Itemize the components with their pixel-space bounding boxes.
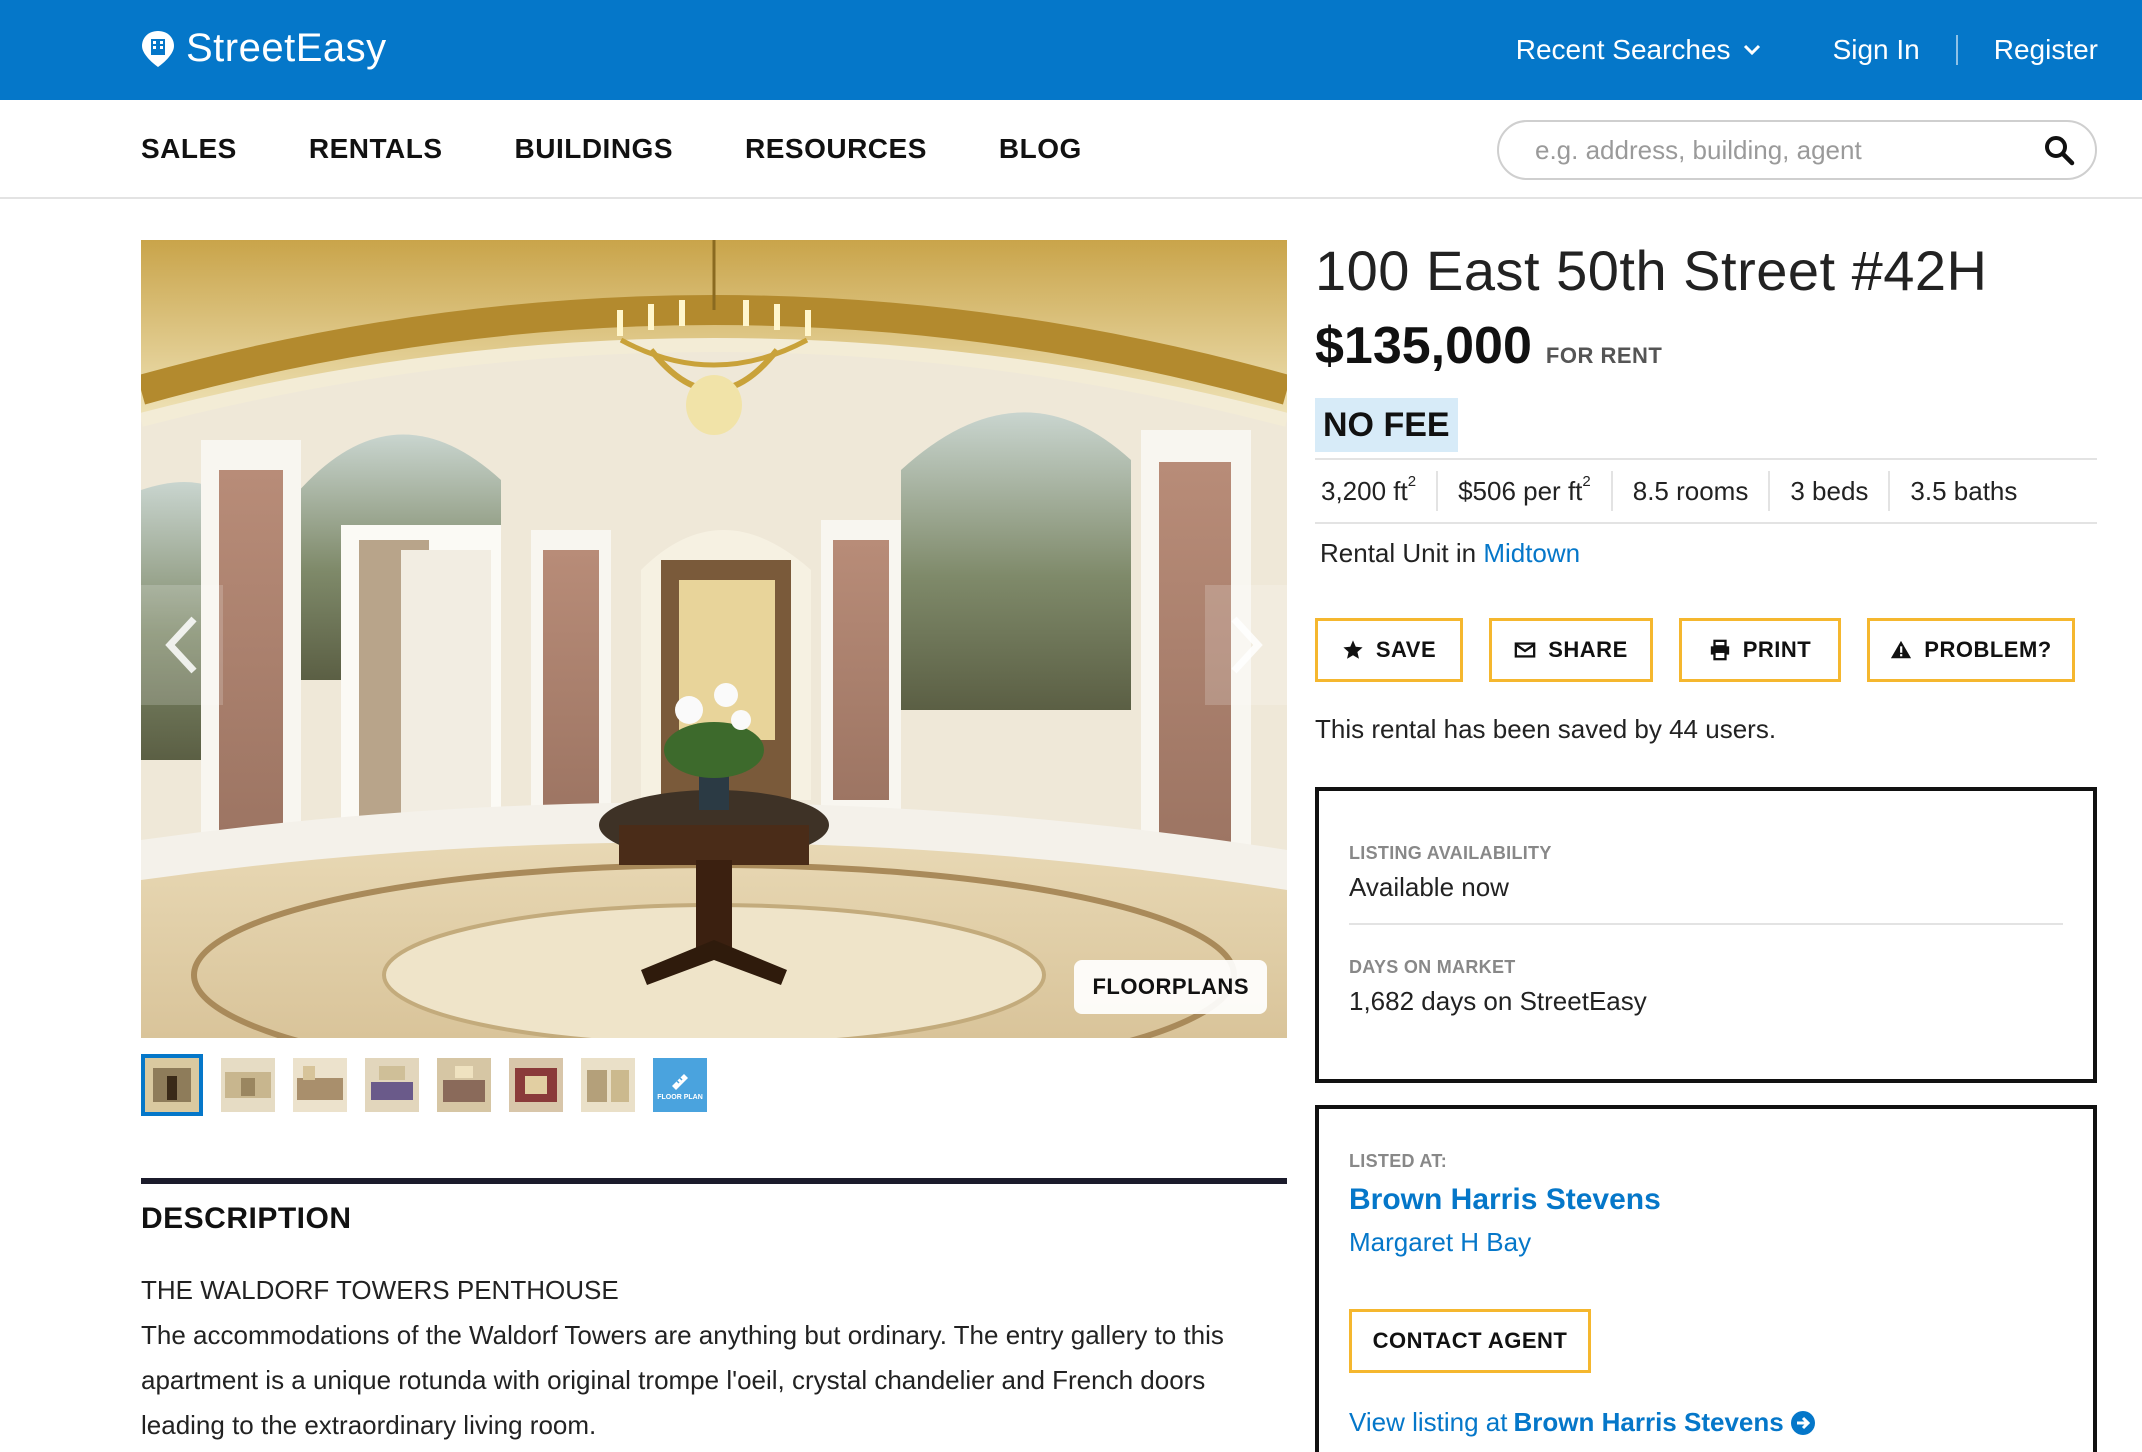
contact-agent-button[interactable]: CONTACT AGENT <box>1349 1309 1591 1373</box>
view-listing-prefix: View listing at <box>1349 1407 1508 1437</box>
thumbnail-image <box>365 1058 419 1112</box>
size-value: 3,200 ft <box>1321 475 1408 506</box>
no-fee-badge: NO FEE <box>1315 398 1458 452</box>
listing-stats: 3,200 ft 2 $506 per ft 2 8.5 rooms 3 beds … <box>1315 458 2097 524</box>
search-icon[interactable] <box>2043 134 2075 166</box>
chevron-left-icon <box>165 616 197 674</box>
thumbnail-image <box>145 1058 199 1112</box>
listing-price: $135,000 <box>1315 317 1532 375</box>
photo-prev-arrow[interactable] <box>141 585 223 705</box>
logo-pin-icon <box>142 30 174 67</box>
printer-icon <box>1710 639 1729 661</box>
availability-box: LISTING AVAILABILITY Available now DAYS … <box>1315 787 2097 1083</box>
days-on-market-value: 1,682 days on StreetEasy <box>1349 986 1647 1016</box>
thumbnail-5[interactable] <box>437 1058 491 1112</box>
save-label: SAVE <box>1375 637 1437 662</box>
view-listing-broker: Brown Harris Stevens <box>1513 1407 1784 1437</box>
thumbnail-image <box>437 1058 491 1112</box>
thumbnail-6[interactable] <box>509 1058 563 1112</box>
nav-blog[interactable]: BLOG <box>999 133 1082 165</box>
recent-searches-dropdown[interactable]: Recent Searches <box>1516 34 1761 66</box>
sign-in-link[interactable]: Sign In <box>1833 34 1920 66</box>
thumbnail-2[interactable] <box>221 1058 275 1112</box>
thumbnail-7[interactable] <box>581 1058 635 1112</box>
listing-agent-box: LISTED AT: Brown Harris Stevens Margaret… <box>1315 1105 2097 1452</box>
report-problem-button[interactable]: PROBLEM? <box>1867 618 2075 682</box>
availability-section: LISTING AVAILABILITY Available now <box>1349 843 1552 903</box>
problem-label: PROBLEM? <box>1924 637 2052 662</box>
unit-type-prefix: Rental Unit in <box>1320 538 1477 568</box>
star-icon <box>1343 640 1363 659</box>
stat-rooms: 8.5 rooms <box>1610 471 1769 511</box>
thumbnail-image <box>509 1058 563 1112</box>
availability-divider <box>1349 923 2063 925</box>
availability-label: LISTING AVAILABILITY <box>1349 843 1552 863</box>
thumbnail-floorplan[interactable]: FLOOR PLAN <box>653 1058 707 1112</box>
chevron-down-icon <box>1743 44 1760 56</box>
search-input[interactable] <box>1535 134 2043 166</box>
envelope-icon <box>1514 642 1536 658</box>
ppsf-unit-sup: 2 <box>1582 472 1591 490</box>
description-body: THE WALDORF TOWERS PENTHOUSE The accommo… <box>141 1268 1261 1448</box>
price-row: $135,000 FOR RENT <box>1315 316 1662 376</box>
listing-address: 100 East 50th Street #42H <box>1315 239 1988 302</box>
thumbnail-4[interactable] <box>365 1058 419 1112</box>
floorplans-button[interactable]: FLOORPLANS <box>1074 960 1267 1014</box>
register-link[interactable]: Register <box>1994 34 2098 66</box>
account-links: Recent Searches Sign In Register <box>1516 0 2098 100</box>
thumbnail-image <box>221 1058 275 1112</box>
description-title-line: THE WALDORF TOWERS PENTHOUSE <box>141 1275 619 1305</box>
unit-type-line: Rental Unit in Midtown <box>1320 538 1580 569</box>
availability-value: Available now <box>1349 872 1509 902</box>
listing-status: FOR RENT <box>1545 343 1663 368</box>
recent-searches-label: Recent Searches <box>1515 34 1731 65</box>
ruler-icon <box>672 1073 688 1090</box>
floorplan-thumb-label: FLOOR PLAN <box>657 1093 703 1101</box>
print-button[interactable]: PRINT <box>1679 618 1841 682</box>
nav-buildings[interactable]: BUILDINGS <box>515 133 674 165</box>
search-box <box>1497 120 2097 180</box>
ppsf-value: $506 per ft <box>1458 475 1583 506</box>
nav-resources[interactable]: RESOURCES <box>745 133 927 165</box>
description-paragraph: The accommodations of the Waldorf Towers… <box>141 1320 1224 1440</box>
header-divider <box>1955 35 1958 65</box>
streeteasy-logo[interactable]: StreetEasy <box>140 26 387 71</box>
rotunda-photo-image <box>141 240 1287 1038</box>
view-listing-link[interactable]: View listing at Brown Harris Stevens <box>1349 1407 1816 1438</box>
print-label: PRINT <box>1742 637 1812 662</box>
days-on-market-label: DAYS ON MARKET <box>1349 957 1516 977</box>
nav-rentals[interactable]: RENTALS <box>309 133 443 165</box>
stat-baths: 3.5 baths <box>1888 471 2037 511</box>
stat-size: 3,200 ft 2 <box>1315 471 1436 511</box>
days-on-market-section: DAYS ON MARKET 1,682 days on StreetEasy <box>1349 957 1647 1017</box>
thumbnail-image <box>581 1058 635 1112</box>
listed-at-label: LISTED AT: <box>1349 1151 1447 1171</box>
listing-actions: SAVE SHARE PRINT PROBLEM? <box>1315 618 2075 682</box>
top-header-bar: StreetEasy Recent Searches Sign In Regis… <box>0 0 2142 100</box>
share-label: SHARE <box>1548 637 1628 662</box>
save-button[interactable]: SAVE <box>1315 618 1463 682</box>
broker-link[interactable]: Brown Harris Stevens <box>1349 1183 1661 1217</box>
description-divider <box>141 1178 1287 1184</box>
photo-next-arrow[interactable] <box>1205 585 1287 705</box>
chevron-right-icon <box>1231 616 1263 674</box>
stat-beds: 3 beds <box>1768 471 1888 511</box>
thumbnail-1[interactable] <box>141 1054 203 1116</box>
thumbnail-image <box>293 1058 347 1112</box>
thumbnail-3[interactable] <box>293 1058 347 1112</box>
neighborhood-link[interactable]: Midtown <box>1483 538 1580 568</box>
stat-price-per-ft: $506 per ft 2 <box>1436 471 1611 511</box>
listing-photo[interactable]: FLOORPLANS <box>141 240 1287 1038</box>
logo-wordmark: StreetEasy <box>186 26 387 70</box>
nav-sales[interactable]: SALES <box>141 133 237 165</box>
warning-icon <box>1891 640 1912 659</box>
nav-menu: SALES RENTALS BUILDINGS RESOURCES BLOG <box>141 100 1082 197</box>
saved-count-text: This rental has been saved by 44 users. <box>1315 714 1777 744</box>
agent-name-link[interactable]: Margaret H Bay <box>1349 1227 1531 1258</box>
photo-thumbnails: FLOOR PLAN <box>141 1054 707 1116</box>
share-button[interactable]: SHARE <box>1489 618 1653 682</box>
arrow-circle-right-icon <box>1790 1410 1815 1435</box>
size-unit-sup: 2 <box>1407 472 1417 490</box>
description-heading: DESCRIPTION <box>141 1202 352 1235</box>
